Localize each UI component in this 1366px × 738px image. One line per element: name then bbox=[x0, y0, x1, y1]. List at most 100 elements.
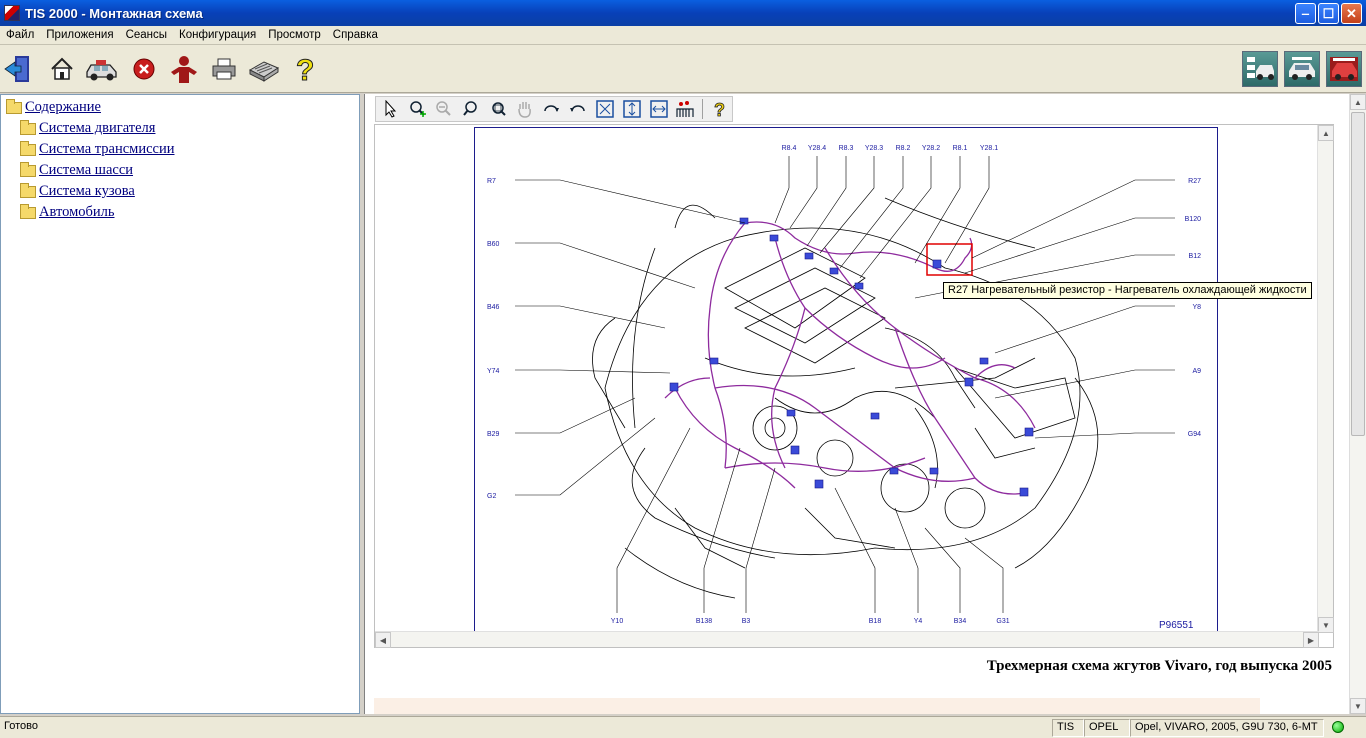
callout-y8[interactable]: Y8 bbox=[1192, 304, 1201, 311]
scroll-left-icon[interactable]: ◀ bbox=[375, 632, 391, 648]
tree-item-body[interactable]: Система кузова bbox=[20, 182, 135, 200]
callout-b18[interactable]: B18 bbox=[869, 618, 882, 625]
fit-width-icon[interactable] bbox=[647, 98, 671, 120]
fit-all-icon[interactable] bbox=[593, 98, 617, 120]
menu-help[interactable]: Справка bbox=[327, 29, 384, 41]
menu-view[interactable]: Просмотр bbox=[262, 29, 327, 41]
callout-g2[interactable]: G2 bbox=[487, 493, 496, 500]
callout-b34[interactable]: B34 bbox=[954, 618, 967, 625]
callout-b12[interactable]: B12 bbox=[1189, 253, 1202, 260]
zoom-window-icon[interactable] bbox=[486, 98, 510, 120]
engine-outline bbox=[592, 197, 1099, 599]
callout-y28-1[interactable]: Y28.1 bbox=[980, 145, 998, 152]
manual-icon[interactable] bbox=[246, 53, 282, 85]
leader-line bbox=[834, 487, 876, 613]
scroll-up-icon[interactable]: ▲ bbox=[1350, 94, 1366, 110]
vehicle-repair-icon[interactable] bbox=[1326, 51, 1362, 87]
exit-icon[interactable] bbox=[2, 53, 34, 85]
diagnostics-icon[interactable] bbox=[1242, 51, 1278, 87]
leader-line bbox=[789, 156, 818, 229]
callout-b29[interactable]: B29 bbox=[487, 431, 500, 438]
menu-applications[interactable]: Приложения bbox=[40, 29, 119, 41]
leader-line bbox=[839, 156, 904, 269]
help-icon[interactable]: ? bbox=[290, 53, 322, 85]
callout-y28-4[interactable]: Y28.4 bbox=[808, 145, 826, 152]
rotate-left-icon[interactable] bbox=[566, 98, 590, 120]
fit-height-icon[interactable] bbox=[620, 98, 644, 120]
scroll-down-icon[interactable]: ▼ bbox=[1350, 698, 1366, 714]
callout-a9[interactable]: A9 bbox=[1192, 368, 1201, 375]
scroll-up-icon[interactable]: ▲ bbox=[1318, 125, 1334, 141]
printer-icon[interactable] bbox=[208, 53, 240, 85]
menu-sessions[interactable]: Сеансы bbox=[120, 29, 173, 41]
vehicle-data-icon[interactable] bbox=[1284, 51, 1320, 87]
vehicle-select-icon[interactable] bbox=[84, 53, 120, 85]
window-title: TIS 2000 - Монтажная схема bbox=[25, 5, 203, 21]
home-icon[interactable] bbox=[46, 53, 78, 85]
scroll-down-icon[interactable]: ▼ bbox=[1318, 617, 1334, 633]
close-button[interactable]: ✕ bbox=[1341, 3, 1362, 24]
callout-y74[interactable]: Y74 bbox=[487, 368, 500, 375]
callout-r27[interactable]: R27 bbox=[1188, 178, 1201, 185]
component-tooltip: R27 Нагревательный резистор - Нагревател… bbox=[943, 282, 1312, 299]
scroll-right-icon[interactable]: ▶ bbox=[1303, 632, 1319, 648]
callout-r8-1[interactable]: R8.1 bbox=[953, 145, 968, 152]
menu-configuration[interactable]: Конфигурация bbox=[173, 29, 262, 41]
select-pointer-icon[interactable] bbox=[379, 98, 403, 120]
callout-y10[interactable]: Y10 bbox=[611, 618, 624, 625]
diagram-viewer: R8.4 Y28.4 R8.3 Y28.3 R8.2 Y28.2 R8.1 Y28.1 R7 B6… bbox=[374, 124, 1334, 648]
zoom-icon[interactable] bbox=[459, 98, 483, 120]
viewer-horizontal-scrollbar[interactable]: ◀ ▶ bbox=[375, 631, 1319, 648]
callout-y28-3[interactable]: Y28.3 bbox=[865, 145, 883, 152]
callout-g31[interactable]: G31 bbox=[996, 618, 1009, 625]
callout-r8-2[interactable]: R8.2 bbox=[896, 145, 911, 152]
app-icon bbox=[4, 5, 20, 21]
tree-item-vehicle[interactable]: Автомобиль bbox=[20, 203, 115, 221]
folder-open-icon bbox=[6, 98, 22, 114]
tree-item-engine[interactable]: Система двигателя bbox=[20, 119, 156, 137]
svg-text:?: ? bbox=[714, 100, 725, 119]
leader-line bbox=[515, 305, 666, 329]
rotate-right-icon[interactable] bbox=[540, 98, 564, 120]
viewer-help-icon[interactable]: ? bbox=[708, 98, 732, 120]
leader-line bbox=[745, 467, 776, 613]
callout-y4[interactable]: Y4 bbox=[914, 618, 923, 625]
diagram-caption: Трехмерная схема жгутов Vivaro, год выпу… bbox=[986, 658, 1332, 674]
viewer-vertical-scrollbar[interactable]: ▲ ▼ bbox=[1317, 125, 1334, 633]
callout-b120[interactable]: B120 bbox=[1185, 216, 1201, 223]
hotspots-icon[interactable] bbox=[673, 98, 697, 120]
r27-highlight-box bbox=[926, 243, 973, 276]
leader-line bbox=[859, 156, 932, 279]
callout-r8-4[interactable]: R8.4 bbox=[782, 145, 797, 152]
user-icon[interactable] bbox=[166, 53, 202, 85]
zoom-in-icon[interactable] bbox=[406, 98, 430, 120]
connection-status-icon bbox=[1332, 721, 1344, 733]
page-vertical-scrollbar[interactable]: ▲ ▼ bbox=[1349, 94, 1366, 714]
tree-item-chassis[interactable]: Система шасси bbox=[20, 161, 133, 179]
folder-icon bbox=[20, 182, 36, 198]
tree-root-contents[interactable]: Содержание bbox=[6, 98, 101, 116]
menu-file[interactable]: Файл bbox=[0, 29, 40, 41]
drawing-number: P96551 bbox=[1159, 620, 1194, 631]
callout-b60[interactable]: B60 bbox=[487, 241, 500, 248]
tree-label: Система двигателя bbox=[39, 120, 156, 136]
scrollbar-thumb[interactable] bbox=[1351, 112, 1365, 436]
callout-b3[interactable]: B3 bbox=[742, 618, 751, 625]
status-vehicle: Opel, VIVARO, 2005, G9U 730, 6-MT bbox=[1130, 719, 1324, 737]
callout-g94[interactable]: G94 bbox=[1188, 431, 1201, 438]
leader-line bbox=[819, 156, 875, 254]
tree-label: Содержание bbox=[25, 99, 101, 115]
contents-tree: Содержание Система двигателя Система тра… bbox=[0, 94, 360, 714]
maximize-button[interactable]: ☐ bbox=[1318, 3, 1339, 24]
callout-r8-3[interactable]: R8.3 bbox=[839, 145, 854, 152]
title-bar: TIS 2000 - Монтажная схема ‒ ☐ ✕ bbox=[0, 0, 1366, 26]
callout-b46[interactable]: B46 bbox=[487, 304, 500, 311]
callout-r7[interactable]: R7 bbox=[487, 178, 496, 185]
stop-icon[interactable] bbox=[128, 53, 160, 85]
callout-y28-2[interactable]: Y28.2 bbox=[922, 145, 940, 152]
callout-b138[interactable]: B138 bbox=[696, 618, 712, 625]
status-bar: Готово TIS OPEL Opel, VIVARO, 2005, G9U … bbox=[0, 716, 1366, 738]
tree-item-transmission[interactable]: Система трансмиссии bbox=[20, 140, 175, 158]
wiring-diagram[interactable]: R8.4 Y28.4 R8.3 Y28.3 R8.2 Y28.2 R8.1 Y28.1 R7 B6… bbox=[474, 127, 1218, 633]
minimize-button[interactable]: ‒ bbox=[1295, 3, 1316, 24]
